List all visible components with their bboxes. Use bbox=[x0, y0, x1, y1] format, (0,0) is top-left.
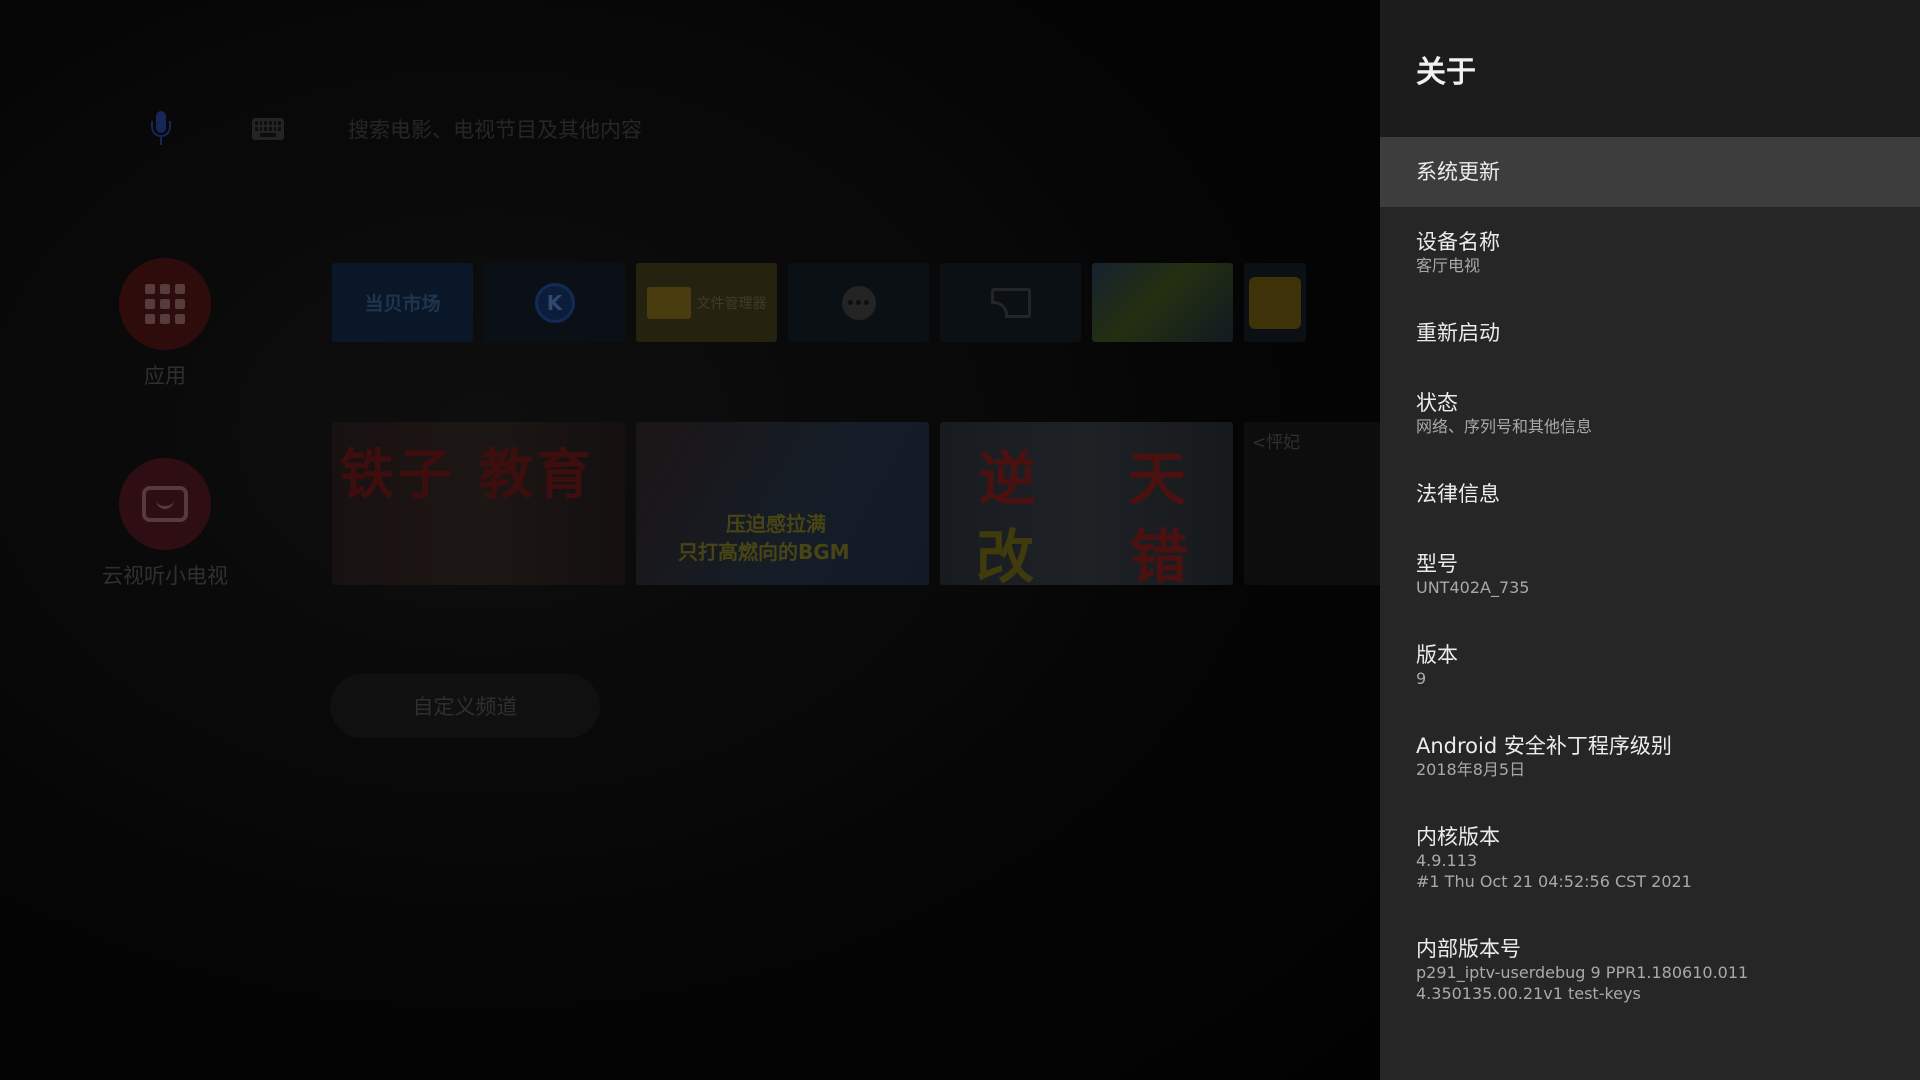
menu-item-build-number[interactable]: 内部版本号 p291_iptv-userdebug 9 PPR1.180610.… bbox=[1380, 914, 1920, 1026]
app-cast[interactable] bbox=[940, 263, 1081, 342]
app-file-manager-label: 文件管理器 bbox=[696, 295, 767, 312]
card-char: 天 bbox=[1128, 445, 1187, 513]
app-k[interactable]: K bbox=[484, 263, 625, 342]
menu-item-subtitle-line2: #1 Thu Oct 21 04:52:56 CST 2021 bbox=[1416, 872, 1692, 891]
menu-item-subtitle: UNT402A_735 bbox=[1416, 578, 1530, 597]
bilibili-tv-tile[interactable]: 云视听小电视 bbox=[82, 458, 248, 590]
menu-item-title: 状态 bbox=[1416, 391, 1458, 415]
menu-item-title: 设备名称 bbox=[1416, 230, 1500, 254]
menu-item-subtitle: 4.9.113 bbox=[1416, 851, 1478, 870]
content-card[interactable]: 逆 天 改 错 bbox=[940, 422, 1233, 585]
content-card[interactable]: <怦妃 bbox=[1244, 422, 1384, 585]
apps-tile[interactable]: 应用 bbox=[82, 258, 248, 390]
screen: 搜索电影、电视节目及其他内容 应用 云视听小电视 当贝市场 K 文件管理器 铁子… bbox=[0, 0, 1920, 1080]
k-logo-icon: K bbox=[534, 282, 575, 323]
search-placeholder[interactable]: 搜索电影、电视节目及其他内容 bbox=[348, 114, 642, 144]
content-row: 铁子 教育 压迫感拉满 只打高燃向的BGM 逆 天 改 错 <怦妃 bbox=[332, 422, 1384, 585]
app-file-manager[interactable]: 文件管理器 bbox=[636, 263, 777, 342]
settings-panel: 关于 系统更新 设备名称 客厅电视 重新启动 状态 网络、序列号和其他信息 法律… bbox=[1380, 0, 1920, 1080]
menu-item-restart[interactable]: 重新启动 bbox=[1380, 298, 1920, 368]
content-card[interactable]: 压迫感拉满 只打高燃向的BGM bbox=[636, 422, 929, 585]
content-card[interactable]: 铁子 教育 bbox=[332, 422, 625, 585]
menu-item-subtitle: p291_iptv-userdebug 9 PPR1.180610.011 bbox=[1416, 963, 1749, 982]
card-title: 铁子 教育 bbox=[340, 443, 595, 506]
menu-item-model[interactable]: 型号 UNT402A_735 bbox=[1380, 529, 1920, 620]
bilibili-tv-label: 云视听小电视 bbox=[102, 564, 228, 588]
folder-icon bbox=[646, 286, 691, 319]
tv-icon bbox=[119, 458, 211, 550]
card-title: <怦妃 bbox=[1252, 433, 1301, 453]
menu-item-title: 重新启动 bbox=[1416, 321, 1500, 345]
app-game[interactable] bbox=[1244, 263, 1306, 342]
menu-item-title: Android 安全补丁程序级别 bbox=[1416, 734, 1672, 758]
launcher-background: 搜索电影、电视节目及其他内容 应用 云视听小电视 当贝市场 K 文件管理器 铁子… bbox=[0, 0, 1384, 1080]
apps-grid-icon bbox=[119, 258, 211, 350]
app-racing-game[interactable] bbox=[1092, 263, 1233, 342]
menu-item-status[interactable]: 状态 网络、序列号和其他信息 bbox=[1380, 368, 1920, 459]
menu-item-title: 型号 bbox=[1416, 552, 1458, 576]
menu-item-subtitle: 2018年8月5日 bbox=[1416, 760, 1526, 779]
card-subtitle: 只打高燃向的BGM bbox=[678, 540, 850, 564]
card-char: 逆 bbox=[978, 445, 1037, 513]
menu-item-title: 内核版本 bbox=[1416, 825, 1500, 849]
menu-item-title: 内部版本号 bbox=[1416, 937, 1521, 961]
menu-item-subtitle: 客厅电视 bbox=[1416, 256, 1481, 275]
card-char: 改 bbox=[976, 523, 1035, 585]
custom-channel-button[interactable]: 自定义频道 bbox=[330, 674, 600, 738]
menu-item-kernel-version[interactable]: 内核版本 4.9.113 #1 Thu Oct 21 04:52:56 CST … bbox=[1380, 802, 1920, 914]
menu-item-subtitle-line2: 4.350135.00.21v1 test-keys bbox=[1416, 984, 1641, 1003]
search-bar[interactable]: 搜索电影、电视节目及其他内容 bbox=[146, 104, 642, 154]
menu-item-device-name[interactable]: 设备名称 客厅电视 bbox=[1380, 207, 1920, 298]
more-dots-icon bbox=[841, 285, 876, 320]
card-char: 错 bbox=[1130, 523, 1189, 585]
app-dangbei-label: 当贝市场 bbox=[364, 293, 441, 315]
panel-header: 关于 bbox=[1380, 0, 1920, 137]
menu-item-version[interactable]: 版本 9 bbox=[1380, 620, 1920, 711]
menu-item-subtitle: 9 bbox=[1416, 669, 1427, 688]
menu-item-legal-info[interactable]: 法律信息 bbox=[1380, 459, 1920, 529]
cast-icon bbox=[990, 287, 1031, 318]
microphone-icon[interactable] bbox=[146, 107, 176, 151]
menu-item-security-patch[interactable]: Android 安全补丁程序级别 2018年8月5日 bbox=[1380, 711, 1920, 802]
menu-item-subtitle: 网络、序列号和其他信息 bbox=[1416, 417, 1593, 436]
apps-label: 应用 bbox=[144, 364, 186, 388]
game-icon bbox=[1249, 276, 1301, 329]
card-title: 压迫感拉满 bbox=[726, 512, 826, 536]
menu-item-system-update[interactable]: 系统更新 bbox=[1380, 137, 1920, 207]
menu-item-title: 法律信息 bbox=[1416, 482, 1500, 506]
menu-item-title: 版本 bbox=[1416, 643, 1458, 667]
keyboard-icon[interactable] bbox=[252, 118, 284, 140]
app-more[interactable] bbox=[788, 263, 929, 342]
app-row: 当贝市场 K 文件管理器 bbox=[332, 263, 1306, 342]
panel-title: 关于 bbox=[1416, 54, 1476, 90]
menu-item-title: 系统更新 bbox=[1416, 160, 1500, 184]
app-dangbei-market[interactable]: 当贝市场 bbox=[332, 263, 473, 342]
about-menu: 系统更新 设备名称 客厅电视 重新启动 状态 网络、序列号和其他信息 法律信息 … bbox=[1380, 137, 1920, 1026]
